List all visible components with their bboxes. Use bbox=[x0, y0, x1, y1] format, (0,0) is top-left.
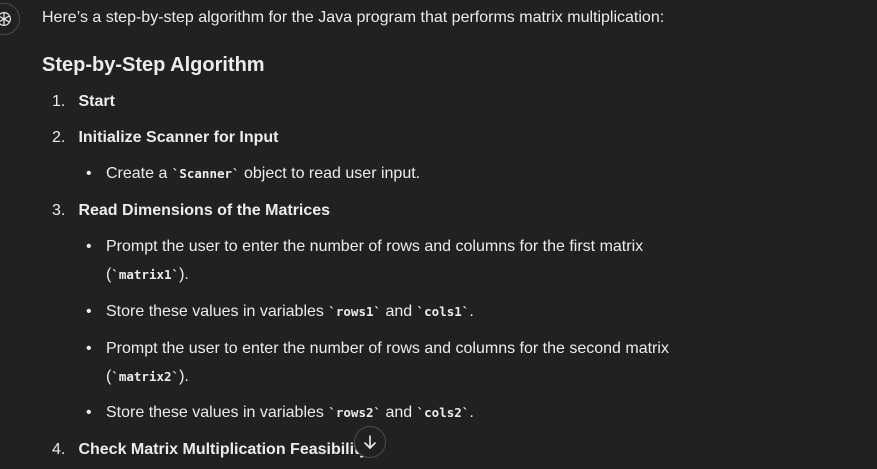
bullet-dot: • bbox=[86, 404, 92, 421]
list-item: • Store these values in variables `rows1… bbox=[86, 298, 706, 326]
step-title: Check Matrix Multiplication Feasibility bbox=[78, 441, 369, 458]
step-number: 4. bbox=[52, 441, 66, 458]
bullet-text: Prompt the user to enter the number of r… bbox=[106, 238, 644, 283]
bullet-dot: • bbox=[86, 238, 92, 255]
inline-code: `Scanner` bbox=[171, 166, 240, 181]
bullet-text: Prompt the user to enter the number of r… bbox=[106, 340, 669, 385]
inline-code: `cols2` bbox=[416, 405, 470, 420]
inline-code: `rows2` bbox=[328, 405, 382, 420]
step-number: 2. bbox=[52, 129, 66, 146]
list-item: • Prompt the user to enter the number of… bbox=[86, 335, 706, 391]
bullet-text: Create a `Scanner` object to read user i… bbox=[106, 165, 421, 182]
bullet-text: Store these values in variables `rows2` … bbox=[106, 404, 474, 421]
step-2: 2. Initialize Scanner for Input bbox=[52, 128, 278, 148]
step-number: 3. bbox=[52, 202, 66, 219]
list-item: • Store these values in variables `rows2… bbox=[86, 399, 706, 427]
bullet-dot: • bbox=[86, 303, 92, 320]
step-title: Start bbox=[78, 93, 115, 110]
inline-code: `rows1` bbox=[328, 304, 382, 319]
step-1: 1. Start bbox=[52, 92, 115, 112]
message-intro: Here’s a step-by-step algorithm for the … bbox=[42, 9, 665, 26]
inline-code: `cols1` bbox=[416, 304, 470, 319]
openai-logo-icon bbox=[0, 12, 11, 26]
bullet-text: Store these values in variables `rows1` … bbox=[106, 303, 474, 320]
list-item: • Create a `Scanner` object to read user… bbox=[86, 160, 706, 188]
arrow-down-icon bbox=[364, 435, 376, 449]
inline-code: `matrix2` bbox=[111, 369, 180, 384]
algorithm-heading: Step-by-Step Algorithm bbox=[42, 54, 265, 76]
step-3: 3. Read Dimensions of the Matrices bbox=[52, 201, 330, 221]
step-4: 4. Check Matrix Multiplication Feasibili… bbox=[52, 440, 368, 460]
step-title: Initialize Scanner for Input bbox=[78, 129, 279, 146]
assistant-avatar bbox=[0, 3, 20, 35]
bullet-dot: • bbox=[86, 340, 92, 357]
step-title: Read Dimensions of the Matrices bbox=[78, 202, 331, 219]
scroll-to-bottom-button[interactable] bbox=[354, 426, 386, 458]
bullet-dot: • bbox=[86, 165, 92, 182]
step-number: 1. bbox=[52, 93, 66, 110]
list-item: • Prompt the user to enter the number of… bbox=[86, 233, 706, 289]
inline-code: `matrix1` bbox=[111, 267, 180, 282]
